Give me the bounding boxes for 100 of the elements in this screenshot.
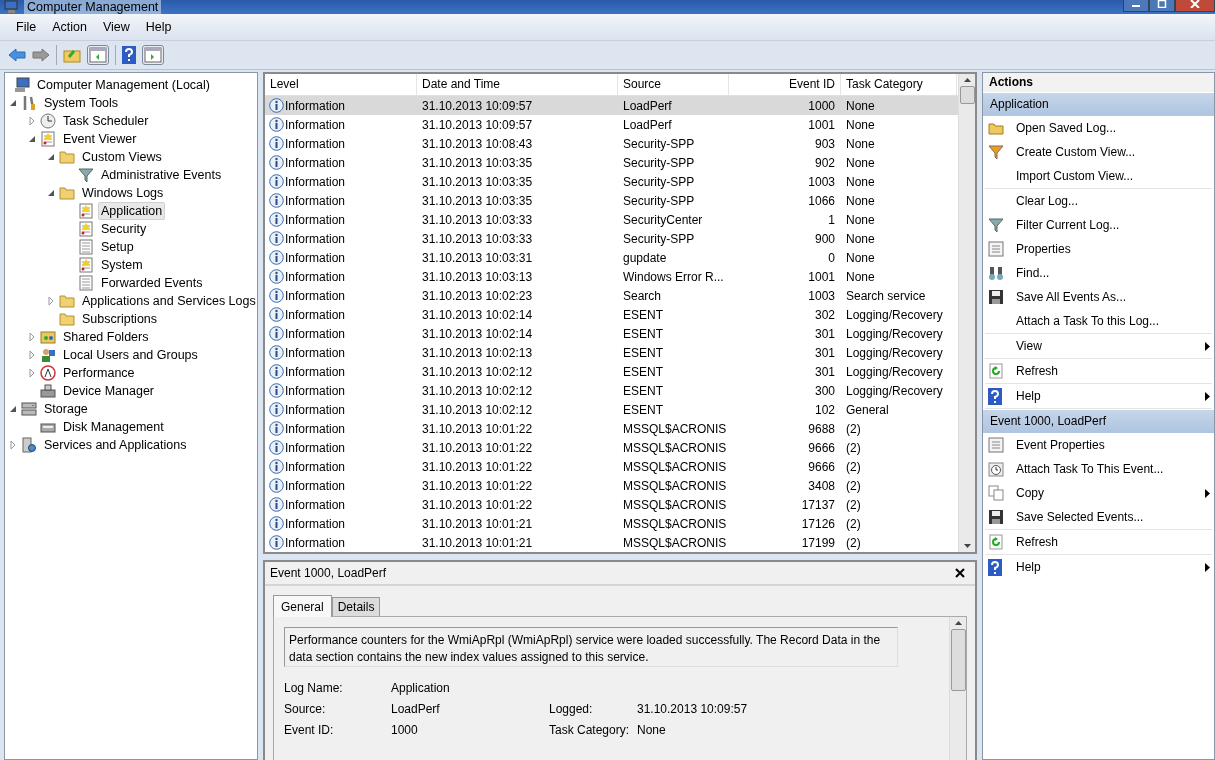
task-link[interactable]: Find...	[985, 261, 1212, 285]
scroll-down-arrow-icon[interactable]	[962, 543, 972, 549]
section-header[interactable]: Event 1000, LoadPerf	[983, 409, 1214, 433]
table-row[interactable]: Information 31.10.2013 10:01:22 MSSQL$ACRONIS 3408 (2)	[265, 476, 958, 495]
task-link[interactable]: Properties	[985, 237, 1212, 261]
table-row[interactable]: Information 31.10.2013 10:01:21 MSSQL$ACRONIS 17126 (2)	[265, 514, 958, 533]
show-action-pane-button[interactable]	[142, 45, 164, 65]
minimize-button[interactable]	[1123, 0, 1149, 12]
tree-item[interactable]: Applications and Services Logs	[79, 292, 257, 310]
tree-item[interactable]: Event Viewer	[60, 130, 140, 148]
table-row[interactable]: Information 31.10.2013 10:02:12 ESENT 300 Logging/Recovery	[265, 381, 958, 400]
tree-item[interactable]: Forwarded Events	[98, 274, 206, 292]
tree-item[interactable]: Security	[98, 220, 150, 238]
close-button[interactable]	[1175, 0, 1215, 12]
maximize-button[interactable]	[1149, 0, 1175, 12]
scroll-thumb[interactable]	[950, 629, 966, 691]
table-row[interactable]: Information 31.10.2013 10:02:14 ESENT 301 Logging/Recovery	[265, 324, 958, 343]
task-link[interactable]: Attach a Task To this Log...	[985, 309, 1212, 333]
folder-up-icon[interactable]	[63, 47, 81, 63]
tree-item[interactable]: Shared Folders	[60, 328, 152, 346]
close-icon	[1190, 0, 1200, 8]
task-link[interactable]: Open Saved Log...	[985, 116, 1212, 140]
table-row[interactable]: Information 31.10.2013 10:02:14 ESENT 302 Logging/Recovery	[265, 305, 958, 324]
menu-item[interactable]: View	[94, 20, 138, 34]
task-link[interactable]: Save Selected Events...	[985, 505, 1212, 529]
tree-item[interactable]: Device Manager	[60, 382, 157, 400]
table-row[interactable]: Information 31.10.2013 10:01:22 MSSQL$ACRONIS 17137 (2)	[265, 495, 958, 514]
tree-item[interactable]: Task Scheduler	[60, 112, 152, 130]
menu-item[interactable]: File	[8, 20, 45, 34]
column-header[interactable]: Source	[618, 74, 729, 95]
column-header[interactable]: Event ID	[729, 74, 841, 95]
table-row[interactable]: Information 31.10.2013 10:01:22 MSSQL$ACRONIS 9666 (2)	[265, 457, 958, 476]
table-row[interactable]: Information 31.10.2013 10:03:33 Security-SPP 900 None	[265, 229, 958, 248]
task-link[interactable]: View	[985, 334, 1212, 358]
task-link[interactable]: Event Properties	[985, 433, 1212, 457]
tab[interactable]: Details	[331, 597, 381, 616]
close-icon[interactable]	[955, 568, 965, 578]
tree-item[interactable]: Subscriptions	[79, 310, 161, 328]
tree-item[interactable]: Windows Logs	[79, 184, 167, 202]
table-row[interactable]: Information 31.10.2013 10:02:23 Search 1003 Search service	[265, 286, 958, 305]
table-row[interactable]: Information 31.10.2013 10:09:57 LoadPerf 1000 None	[265, 96, 958, 115]
tree-item[interactable]: Setup	[98, 238, 137, 256]
menu-item[interactable]: Action	[44, 20, 95, 34]
tree-item[interactable]: Custom Views	[79, 148, 165, 166]
table-row[interactable]: Information 31.10.2013 10:03:31 gupdate 0 None	[265, 248, 958, 267]
tree-item[interactable]: Performance	[60, 364, 138, 382]
tree-item[interactable]: Administrative Events	[98, 166, 225, 184]
tree-item[interactable]: System	[98, 256, 146, 274]
forward-arrow-icon[interactable]	[32, 48, 50, 62]
task-link[interactable]: Refresh	[985, 530, 1212, 554]
table-cell-text: Search	[622, 288, 663, 303]
table-row[interactable]: Information 31.10.2013 10:02:12 ESENT 301 Logging/Recovery	[265, 362, 958, 381]
task-link[interactable]: Clear Log...	[985, 189, 1212, 213]
task-link[interactable]: Attach Task To This Event...	[985, 457, 1212, 481]
task-link[interactable]: Import Custom View...	[985, 164, 1212, 188]
tree-item[interactable]: Services and Applications	[41, 436, 190, 454]
table-row[interactable]: Information 31.10.2013 10:03:35 Security-SPP 902 None	[265, 153, 958, 172]
scroll-up-arrow-icon[interactable]	[962, 77, 972, 83]
show-pane-button[interactable]	[87, 45, 109, 65]
task-link[interactable]: Help	[985, 555, 1212, 579]
table-row[interactable]: Information 31.10.2013 10:03:35 Security-SPP 1066 None	[265, 191, 958, 210]
back-arrow-icon[interactable]	[8, 48, 26, 62]
tree-item[interactable]: Computer Management (Local)	[34, 76, 213, 94]
tree-item[interactable]: Disk Management	[60, 418, 167, 436]
information-icon	[269, 345, 284, 360]
tree-item[interactable]: Local Users and Groups	[60, 346, 201, 364]
table-row[interactable]: Information 31.10.2013 10:03:33 SecurityCenter 1 None	[265, 210, 958, 229]
scroll-thumb[interactable]	[959, 86, 975, 104]
task-link[interactable]: Create Custom View...	[985, 140, 1212, 164]
task-link[interactable]: Copy	[985, 481, 1212, 505]
help-icon	[988, 558, 1002, 576]
table-row[interactable]: Information 31.10.2013 10:09:57 LoadPerf 1001 None	[265, 115, 958, 134]
column-header[interactable]: Task Category	[841, 74, 957, 95]
table-row[interactable]: Information 31.10.2013 10:01:21 MSSQL$ACRONIS 17199 (2)	[265, 533, 958, 552]
device-icon	[40, 383, 56, 399]
task-link[interactable]: Save All Events As...	[985, 285, 1212, 309]
table-row[interactable]: Information 31.10.2013 10:02:12 ESENT 102 General	[265, 400, 958, 419]
help-icon[interactable]	[122, 46, 136, 64]
table-row[interactable]: Information 31.10.2013 10:01:22 MSSQL$ACRONIS 9666 (2)	[265, 438, 958, 457]
tree-item[interactable]: Application	[98, 202, 166, 220]
table-row[interactable]: Information 31.10.2013 10:08:43 Security-SPP 903 None	[265, 134, 958, 153]
tree-item[interactable]: Storage	[41, 400, 91, 418]
column-header[interactable]: Date and Time	[417, 74, 618, 95]
table-row[interactable]: Information 31.10.2013 10:03:13 Windows Error R... 1001 None	[265, 267, 958, 286]
task-link[interactable]: Refresh	[985, 359, 1212, 383]
menu-item[interactable]: Help	[137, 20, 180, 34]
tab[interactable]: General	[273, 595, 332, 617]
table-row[interactable]: Information 31.10.2013 10:01:22 MSSQL$ACRONIS 9688 (2)	[265, 419, 958, 438]
table-row[interactable]: Information 31.10.2013 10:02:13 ESENT 301 Logging/Recovery	[265, 343, 958, 362]
table-cell-text: 31.10.2013 10:09:57	[421, 98, 534, 113]
task-link[interactable]: Filter Current Log...	[985, 213, 1212, 237]
scroll-up-arrow-icon[interactable]	[953, 620, 963, 626]
column-header[interactable]: Level	[265, 74, 417, 95]
tree-item[interactable]: System Tools	[41, 94, 122, 112]
task-link[interactable]: Help	[985, 384, 1212, 408]
section-header[interactable]: Application	[983, 92, 1214, 116]
table-row[interactable]: Information 31.10.2013 10:03:35 Security-SPP 1003 None	[265, 172, 958, 191]
scrollbar[interactable]	[949, 617, 966, 760]
information-icon	[269, 459, 284, 474]
scrollbar[interactable]	[958, 74, 975, 552]
